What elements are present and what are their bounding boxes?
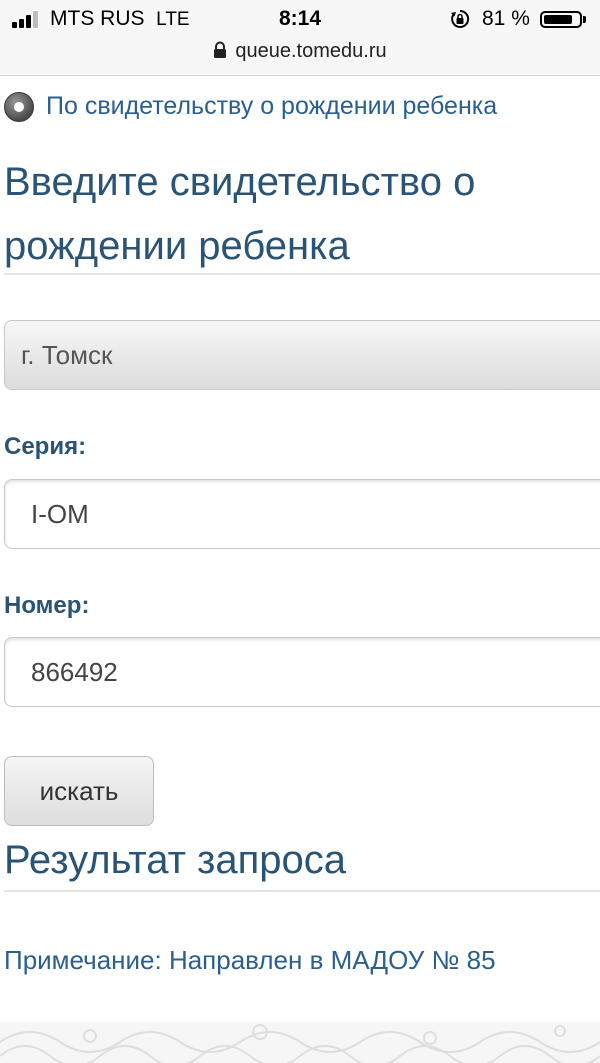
radio-button-selected[interactable] [4,92,34,122]
status-bar: MTS RUS LTE 8:14 81 % queue.tomedu.ru [0,0,600,76]
search-button[interactable]: искать [4,756,154,826]
battery-nub [583,16,586,23]
result-note: Примечание: Направлен в МАДОУ № 85 [4,945,496,975]
title-divider [4,273,600,275]
city-select[interactable]: г. Томск [4,320,600,390]
status-row: MTS RUS LTE 8:14 81 % [0,6,600,32]
result-divider [4,890,600,892]
padlock-icon [214,41,227,58]
number-input[interactable]: 866492 [4,637,600,707]
search-mode-label[interactable]: По свидетельству о рождении ребенка [46,88,497,124]
battery-icon [540,11,582,28]
page-title: Введите свидетельство о рождении ребенка [4,160,476,268]
search-by-birth-certificate-option[interactable]: По свидетельству о рождении ребенка [4,88,600,124]
number-label: Номер: [4,592,90,619]
address-bar[interactable]: queue.tomedu.ru [0,38,600,64]
result-title: Результат запроса [4,838,347,882]
battery-percentage: 81 % [482,7,530,30]
decorative-footer-pattern [0,1022,600,1063]
series-label: Серия: [4,433,87,460]
series-input[interactable]: I-ОМ [4,479,600,549]
battery-fill [544,15,572,24]
page-url: queue.tomedu.ru [235,40,387,62]
orientation-lock-icon [451,9,470,28]
